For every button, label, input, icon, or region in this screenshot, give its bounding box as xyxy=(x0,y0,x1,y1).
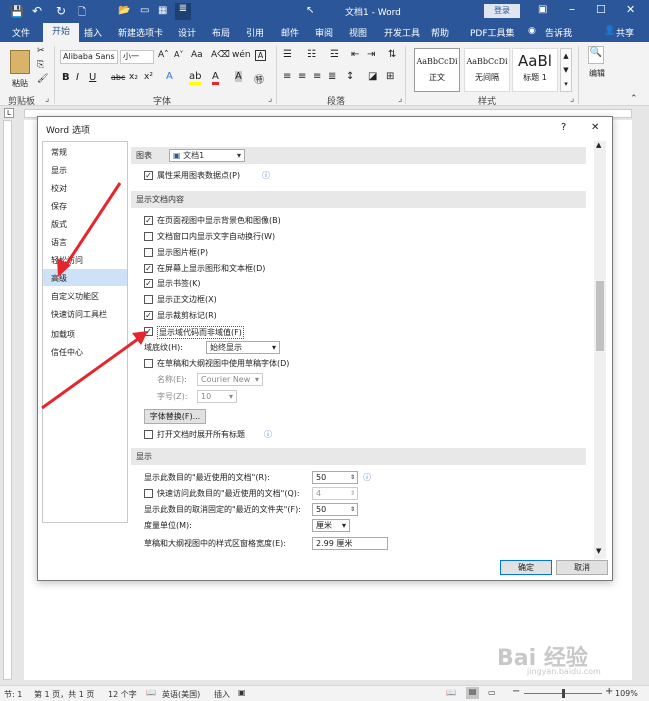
baidu-watermark: Bai 经验 jingyan.baidu.com xyxy=(497,640,645,680)
arrow-to-advanced xyxy=(62,182,122,269)
baidu-url: jingyan.baidu.com xyxy=(527,667,601,676)
arrow-to-field-codes xyxy=(41,337,139,410)
annotation-arrows xyxy=(41,182,148,410)
